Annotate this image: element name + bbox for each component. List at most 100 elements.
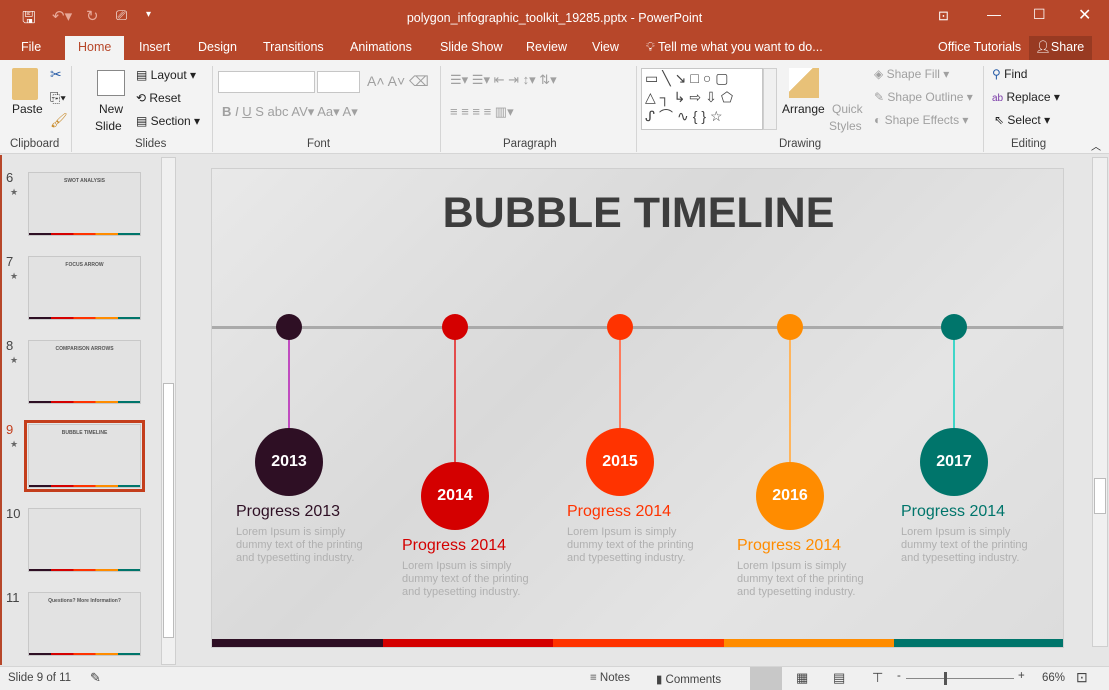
editor-scrollbar[interactable] bbox=[1092, 157, 1108, 647]
timeline-stem bbox=[454, 329, 456, 462]
slide-number: 10 bbox=[6, 506, 21, 521]
animation-star-icon: ★ bbox=[10, 439, 19, 449]
shapes-gallery[interactable]: ▭╲↘□○▢ △┐↳⇨⇩⬠ ᔑ⌒∿{}☆ bbox=[641, 68, 763, 130]
tab-view[interactable]: View bbox=[592, 40, 619, 54]
tab-home[interactable]: Home bbox=[65, 36, 125, 60]
account-name[interactable]: Office Tutorials bbox=[938, 40, 1021, 54]
replace-icon: ab bbox=[992, 93, 1004, 104]
progress-body: Lorem Ipsum is simply dummy text of the … bbox=[737, 560, 864, 598]
tab-review[interactable]: Review bbox=[526, 40, 567, 54]
slide-thumbnail[interactable]: Questions? More Information? bbox=[28, 592, 141, 656]
slide-thumbnail[interactable]: SWOT ANALYSIS bbox=[28, 172, 141, 236]
zoom-out-button[interactable]: - bbox=[897, 670, 901, 682]
progress-body: Lorem Ipsum is simply dummy text of the … bbox=[236, 526, 363, 564]
paste-button[interactable]: Paste bbox=[12, 102, 43, 116]
year-bubble: 2015 bbox=[586, 428, 654, 496]
close-button[interactable]: ✕ bbox=[1078, 5, 1091, 25]
ribbon-display-icon[interactable]: ⊡ bbox=[938, 8, 949, 24]
arrange-icon[interactable] bbox=[789, 68, 819, 98]
list-indent-icons[interactable]: ☰▾ ☰▾ ⇤ ⇥ ↕▾ ⇅▾ bbox=[450, 72, 557, 88]
timeline-dot bbox=[941, 314, 967, 340]
slide-thumbnail[interactable]: COMPARISON ARROWS bbox=[28, 340, 141, 404]
fit-to-window-icon[interactable]: ⊡ bbox=[1076, 669, 1088, 686]
timeline-stem bbox=[288, 329, 290, 428]
replace-button[interactable]: ab Replace ▾ bbox=[992, 90, 1060, 104]
color-bar-segment bbox=[553, 639, 724, 647]
tab-design[interactable]: Design bbox=[198, 40, 237, 54]
bottom-color-bar bbox=[212, 639, 1063, 647]
animation-star-icon: ★ bbox=[10, 271, 19, 281]
tell-me-text: Tell me what you want to do... bbox=[658, 40, 823, 54]
font-size-input[interactable] bbox=[317, 71, 360, 93]
shape-effects-button[interactable]: ◐ Shape Effects ▾ bbox=[874, 113, 968, 127]
alignment-icons[interactable]: ≡ ≡ ≡ ≡ ▥▾ bbox=[450, 104, 514, 120]
tab-insert[interactable]: Insert bbox=[139, 40, 170, 54]
slide-number: 6 bbox=[6, 170, 14, 185]
quick-styles-button[interactable]: Quick bbox=[832, 102, 863, 116]
comments-button[interactable]: ▮ Comments bbox=[656, 672, 721, 686]
thumbnail-scrollbar[interactable] bbox=[161, 157, 176, 665]
new-slide-label[interactable]: Slide bbox=[95, 119, 122, 133]
new-slide-button[interactable]: New bbox=[99, 102, 123, 116]
tab-animations[interactable]: Animations bbox=[350, 40, 412, 54]
tell-me-search[interactable]: 💡︎ Tell me what you want to do... bbox=[646, 40, 823, 55]
color-bar-segment bbox=[723, 639, 895, 647]
slide-sorter-icon[interactable]: ▦ bbox=[796, 670, 808, 686]
timeline-stem bbox=[619, 329, 621, 428]
copy-icon[interactable]: ⎘▾ bbox=[50, 90, 66, 106]
slideshow-view-icon[interactable]: ⊤ bbox=[872, 670, 883, 686]
font-grow-shrink-icons[interactable]: A˄ A˅ ⌫ bbox=[367, 73, 429, 90]
tab-transitions[interactable]: Transitions bbox=[263, 40, 324, 54]
collapse-ribbon-icon[interactable]: ︿ bbox=[1091, 138, 1101, 153]
slide-canvas[interactable]: BUBBLE TIMELINE 2013 Progress 2013 Lorem… bbox=[211, 168, 1064, 648]
progress-heading: Progress 2014 bbox=[737, 537, 842, 554]
tab-slide-show[interactable]: Slide Show bbox=[440, 40, 503, 54]
color-bar-segment bbox=[894, 639, 1063, 647]
paste-icon[interactable] bbox=[12, 68, 38, 100]
new-slide-icon[interactable] bbox=[97, 70, 125, 96]
share-button[interactable]: 👤︎Share bbox=[1029, 36, 1092, 60]
timeline-stem bbox=[789, 329, 791, 462]
zoom-slider-thumb[interactable] bbox=[944, 672, 947, 685]
slide-counter: Slide 9 of 11 bbox=[8, 672, 72, 684]
timeline-dot bbox=[607, 314, 633, 340]
thumbnail-scroll-thumb[interactable] bbox=[163, 383, 174, 638]
slide-thumbnail[interactable]: FOCUS ARROW bbox=[28, 256, 141, 320]
arrange-button[interactable]: Arrange bbox=[782, 102, 825, 116]
reading-view-icon[interactable]: ▤ bbox=[833, 670, 845, 686]
reset-button[interactable]: ⟲ Reset bbox=[136, 91, 181, 105]
group-label-editing: Editing bbox=[1011, 138, 1047, 150]
animation-star-icon: ★ bbox=[10, 355, 19, 365]
cut-icon[interactable]: ✂ bbox=[50, 66, 62, 83]
quick-styles-label[interactable]: Styles bbox=[829, 119, 862, 133]
slide-thumbnail[interactable]: BUBBLE TIMELINE bbox=[24, 420, 145, 492]
color-bar-segment bbox=[212, 639, 383, 647]
normal-view-button[interactable] bbox=[750, 667, 782, 690]
section-button[interactable]: ▤ Section ▾ bbox=[136, 114, 200, 128]
shapes-gallery-scroll[interactable] bbox=[763, 68, 777, 130]
notes-button[interactable]: ≡ Notes bbox=[590, 672, 630, 684]
select-button[interactable]: ⇖ Select ▾ bbox=[994, 113, 1050, 127]
editor-scroll-thumb[interactable] bbox=[1094, 478, 1106, 514]
maximize-button[interactable]: ☐ bbox=[1033, 6, 1046, 23]
slide-title[interactable]: BUBBLE TIMELINE bbox=[212, 189, 1063, 238]
font-format-icons[interactable]: B I U S abc AV▾ Aa▾ A▾ bbox=[222, 104, 358, 120]
slide-number: 8 bbox=[6, 338, 14, 353]
zoom-slider[interactable] bbox=[906, 678, 1014, 679]
find-button[interactable]: ⚲ Find bbox=[992, 67, 1027, 81]
tab-file[interactable]: File bbox=[21, 40, 41, 54]
progress-heading: Progress 2013 bbox=[236, 503, 341, 520]
spell-check-icon[interactable]: ✎ bbox=[90, 670, 101, 686]
slide-thumbnail[interactable] bbox=[28, 508, 141, 572]
search-icon: ⚲ bbox=[992, 67, 1001, 81]
shape-outline-button[interactable]: ✎ Shape Outline ▾ bbox=[874, 90, 973, 104]
font-name-input[interactable] bbox=[218, 71, 315, 93]
shape-fill-button[interactable]: ◈ Shape Fill ▾ bbox=[874, 67, 949, 81]
timeline-dot bbox=[276, 314, 302, 340]
minimize-button[interactable]: — bbox=[987, 6, 1001, 22]
layout-button[interactable]: ▤ Layout ▾ bbox=[136, 68, 196, 82]
lightbulb-icon: 💡︎ bbox=[646, 40, 655, 54]
format-painter-icon[interactable]: 🖌︎ bbox=[50, 112, 68, 129]
zoom-in-button[interactable]: + bbox=[1018, 670, 1025, 682]
zoom-level[interactable]: 66% bbox=[1042, 672, 1065, 684]
